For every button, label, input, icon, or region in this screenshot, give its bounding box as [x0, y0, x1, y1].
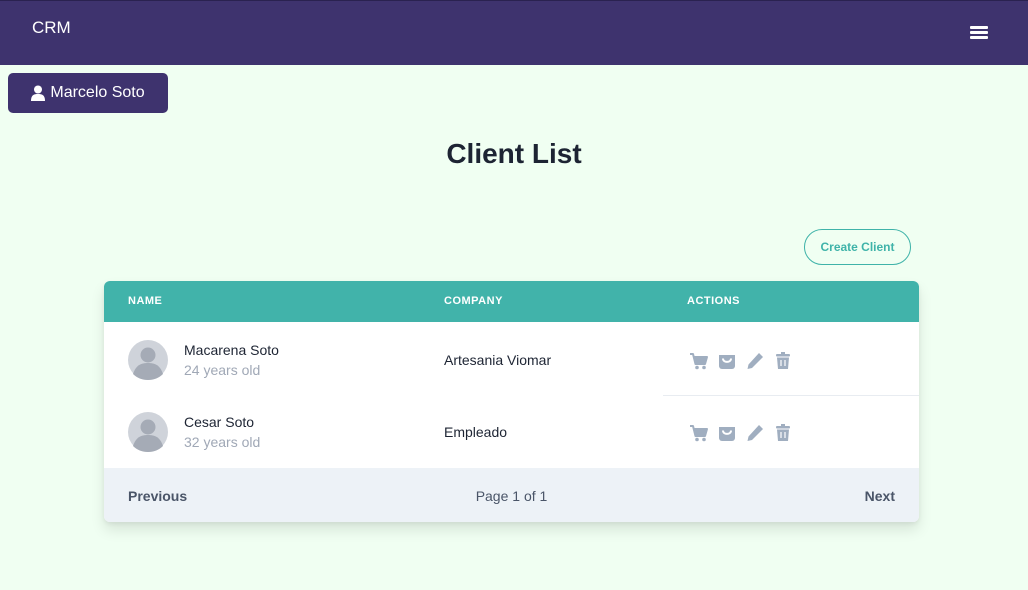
trash-icon[interactable] [773, 423, 793, 443]
table-row: Cesar Soto 32 years old Empleado [104, 394, 919, 466]
column-header-actions: ACTIONS [687, 295, 740, 307]
brand-logo[interactable]: CRM [32, 18, 71, 38]
next-button[interactable]: Next [865, 488, 895, 504]
client-age: 32 years old [184, 434, 261, 450]
table-row: Macarena Soto 24 years old Artesania Vio… [104, 322, 919, 394]
client-company: Empleado [444, 424, 508, 440]
trash-icon[interactable] [773, 351, 793, 371]
pencil-icon[interactable] [745, 351, 765, 371]
client-table: NAME COMPANY ACTIONS Macarena Soto 24 ye… [104, 281, 919, 522]
user-button[interactable]: Marcelo Soto [8, 73, 168, 113]
client-name: Cesar Soto [184, 414, 255, 430]
cart-icon[interactable] [689, 423, 709, 443]
user-name: Marcelo Soto [50, 84, 145, 101]
client-company: Artesania Viomar [444, 352, 552, 368]
avatar-icon [128, 340, 168, 380]
hamburger-icon[interactable] [970, 26, 988, 40]
pagination-bar: Previous Page 1 of 1 Next [104, 468, 919, 522]
client-age: 24 years old [184, 362, 261, 378]
table-header: NAME COMPANY ACTIONS [104, 281, 919, 322]
avatar-icon [128, 412, 168, 452]
row-actions [689, 351, 793, 371]
cart-icon[interactable] [689, 351, 709, 371]
page-info: Page 1 of 1 [475, 488, 548, 504]
user-icon [31, 85, 46, 101]
bag-icon[interactable] [717, 423, 737, 443]
create-client-button[interactable]: Create Client [804, 229, 911, 265]
top-navbar: CRM [0, 0, 1028, 65]
page-title: Client List [446, 138, 582, 169]
column-header-company: COMPANY [444, 295, 503, 307]
client-name: Macarena Soto [184, 342, 279, 358]
bag-icon[interactable] [717, 351, 737, 371]
row-actions [689, 423, 793, 443]
column-header-name: NAME [128, 295, 163, 307]
pencil-icon[interactable] [745, 423, 765, 443]
